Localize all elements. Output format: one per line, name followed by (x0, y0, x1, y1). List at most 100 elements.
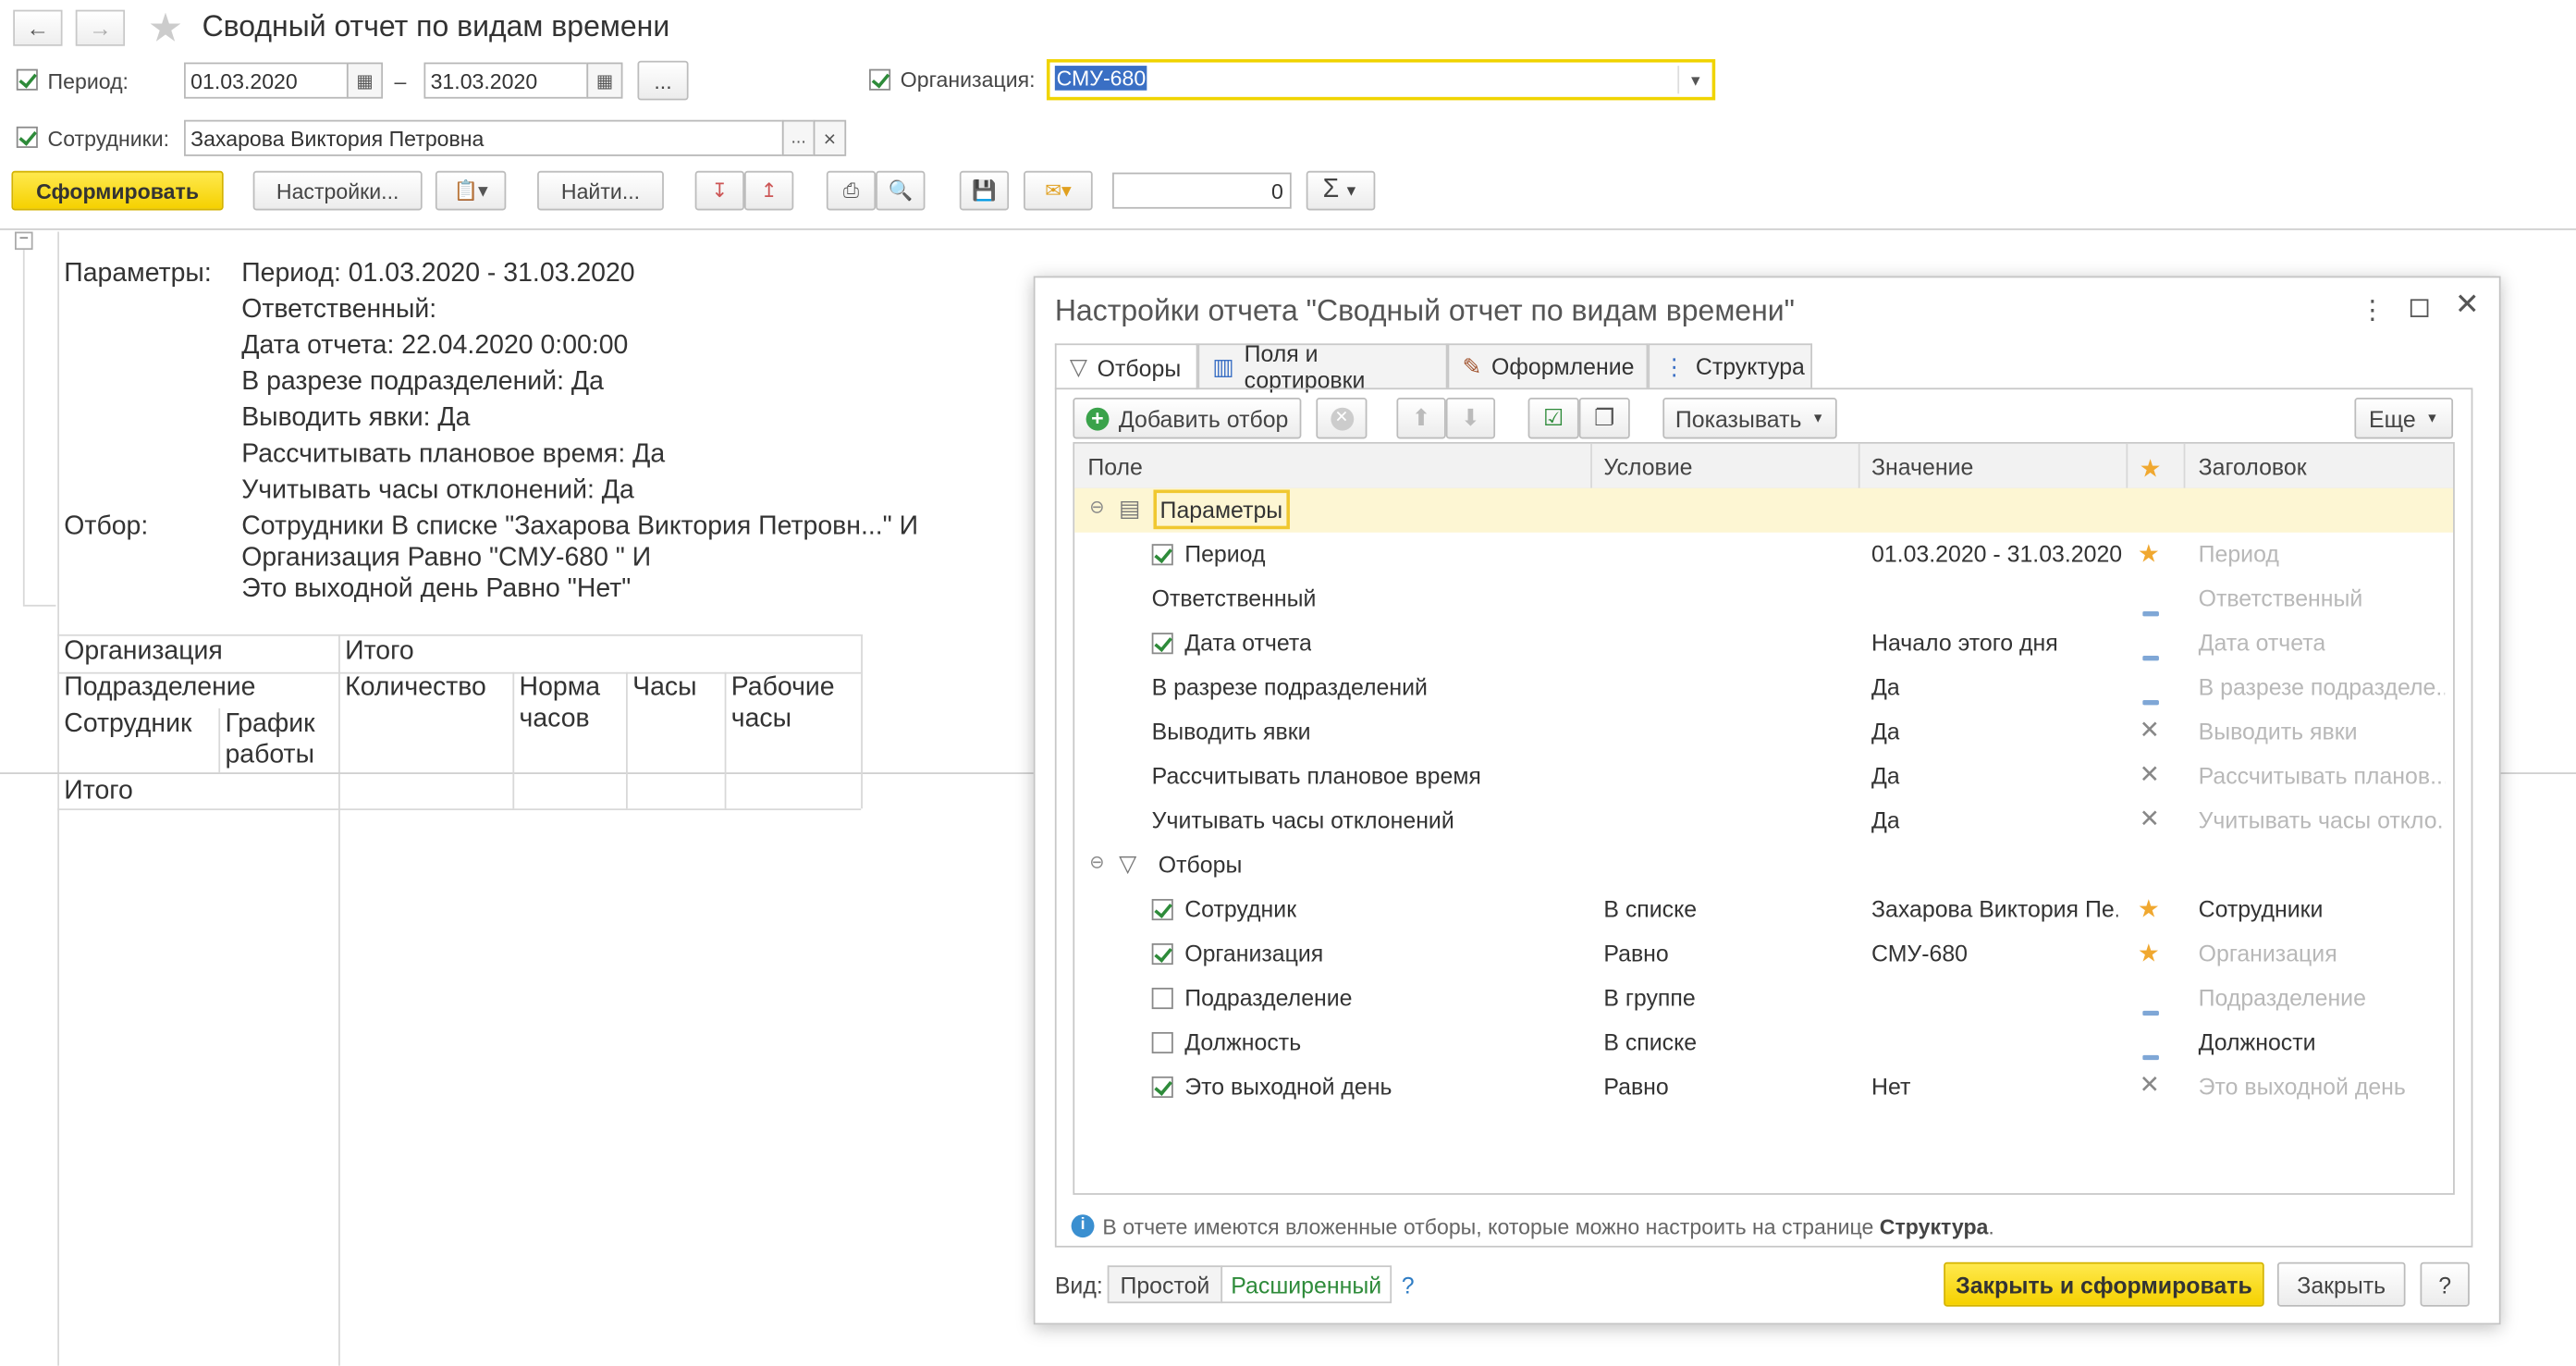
forward-button[interactable]: → (75, 9, 126, 46)
expand-groups-button[interactable]: ↧ (694, 170, 744, 211)
table-row[interactable]: Должность В списке Должности (1074, 1021, 2453, 1065)
settings-button[interactable]: Настройки... (252, 170, 423, 211)
employees-choose-button[interactable]: ... (781, 119, 816, 156)
org-input[interactable]: СМУ-680 (1046, 58, 1716, 101)
x-icon[interactable]: ✕ (2140, 1070, 2160, 1100)
back-button[interactable]: ← (13, 9, 63, 46)
collapse-icon[interactable]: − (14, 231, 33, 251)
find-button[interactable]: Найти... (537, 170, 664, 211)
period-checkbox[interactable] (16, 68, 38, 91)
row-title: Организация (2198, 940, 2337, 966)
row-checkbox[interactable] (1151, 942, 1173, 966)
params-group-icon: ▤ (1119, 494, 1141, 522)
view-advanced-button[interactable]: Расширенный (1221, 1265, 1392, 1304)
help-link[interactable]: ? (1402, 1272, 1415, 1298)
period-to-input[interactable]: 31.03.2020 (423, 62, 589, 99)
delete-button[interactable]: ✕ (1316, 398, 1368, 439)
structure-link[interactable]: Структура (1880, 1214, 1989, 1239)
col-title[interactable]: Заголовок (2199, 453, 2307, 479)
tab-fields-sorting[interactable]: ▥ Поля и сортировки (1197, 340, 1448, 393)
close-button[interactable]: Закрыть (2276, 1261, 2406, 1307)
favorite-star-icon[interactable]: ★ (148, 5, 183, 53)
email-button[interactable]: ✉▾ (1024, 170, 1093, 211)
row-checkbox[interactable] (1151, 544, 1173, 566)
collapse-icon[interactable]: ⊖ (1089, 851, 1104, 872)
help-button[interactable]: ? (2420, 1261, 2470, 1307)
table-row[interactable]: Это выходной день Равно Нет ✕ Это выходн… (1074, 1064, 2453, 1109)
x-icon[interactable]: ✕ (2140, 715, 2160, 745)
sum-button[interactable]: Σ ▼ (1306, 170, 1376, 211)
variant-button[interactable]: 📋▾ (435, 170, 507, 211)
dash-icon[interactable] (2142, 595, 2159, 621)
x-icon[interactable]: ✕ (2140, 804, 2160, 833)
preview-button[interactable]: 🔍 (876, 170, 926, 211)
x-icon[interactable]: ✕ (2140, 759, 2160, 789)
more-button[interactable]: Еще ▼ (2354, 398, 2454, 439)
col-value[interactable]: Значение (1871, 453, 1973, 479)
toolbar-divider (0, 228, 2576, 230)
print-button[interactable]: ⎙ (826, 170, 877, 211)
dropdown-arrow-icon[interactable]: ▼ (1677, 66, 1711, 94)
group-row-params[interactable]: ⊖ ▤ Параметры (1074, 487, 2454, 533)
param-line: Период: 01.03.2020 - 31.03.2020 (241, 259, 635, 288)
table-row[interactable]: Учитывать часы отклонений Да ✕ Учитывать… (1074, 799, 2453, 843)
show-button[interactable]: Показывать ▼ (1662, 398, 1837, 439)
table-row[interactable]: Выводить явки Да ✕ Выводить явки (1074, 710, 2453, 755)
dash-icon[interactable] (2142, 1039, 2159, 1064)
move-up-button[interactable]: ⬆ (1396, 398, 1446, 439)
arrow-left-icon: ← (26, 14, 50, 42)
row-checkbox[interactable] (1151, 987, 1173, 1010)
employees-clear-button[interactable]: × (813, 119, 847, 156)
dash-icon[interactable] (2142, 683, 2159, 709)
period-label: Период: (47, 68, 129, 94)
view-simple-button[interactable]: Простой (1107, 1265, 1223, 1304)
row-checkbox[interactable] (1151, 633, 1173, 655)
row-value: Да (1871, 762, 1900, 789)
uncheck-all-button[interactable]: ❐ (1578, 398, 1630, 439)
table-row[interactable]: Организация Равно СМУ-680 ★ Организация (1074, 932, 2453, 977)
employees-checkbox[interactable] (16, 126, 38, 148)
collapse-icon[interactable]: ⊖ (1089, 497, 1104, 517)
close-and-generate-button[interactable]: Закрыть и сформировать (1944, 1261, 2264, 1307)
table-row[interactable]: Дата отчета Начало этого дня Дата отчета (1074, 621, 2453, 666)
calendar-icon[interactable]: ▦ (586, 62, 623, 99)
table-row[interactable]: Сотрудник В списке Захарова Виктория Пе.… (1074, 888, 2453, 932)
save-button[interactable]: 💾 (959, 170, 1010, 211)
dash-icon[interactable] (2142, 639, 2159, 665)
collapse-groups-button[interactable]: ↥ (743, 170, 794, 211)
tab-appearance[interactable]: ✎ Оформление (1447, 343, 1649, 388)
group-row-filters[interactable]: ⊖ ▽ Отборы (1074, 843, 2453, 888)
calendar-icon[interactable]: ▦ (346, 62, 384, 99)
maximize-icon[interactable] (2410, 299, 2429, 317)
org-input-value: СМУ-680 (1054, 66, 1147, 91)
close-icon[interactable]: ✕ (2455, 288, 2480, 322)
info-message: В отчете имеются вложенные отборы, котор… (1102, 1214, 1874, 1239)
table-row[interactable]: Ответственный Ответственный (1074, 577, 2453, 621)
table-row[interactable]: Подразделение В группе Подразделение (1074, 977, 2453, 1021)
employees-input[interactable]: Захарова Виктория Петровна (184, 119, 784, 156)
tab-structure[interactable]: ⋮ Структура (1648, 343, 1813, 388)
star-icon[interactable]: ★ (2138, 894, 2160, 923)
add-filter-button[interactable]: + Добавить отбор (1073, 398, 1302, 439)
move-down-button[interactable]: ⬇ (1445, 398, 1496, 439)
period-from-input[interactable]: 01.03.2020 (184, 62, 349, 99)
table-row[interactable]: Период 01.03.2020 - 31.03.2020 ★ Период (1074, 533, 2453, 577)
col-field[interactable]: Поле (1087, 453, 1143, 479)
org-checkbox[interactable] (869, 68, 891, 91)
row-title: Рассчитывать планов... (2198, 762, 2446, 789)
table-row[interactable]: В разрезе подразделений Да В разрезе под… (1074, 666, 2453, 710)
star-icon[interactable]: ★ (2138, 939, 2160, 967)
table-row[interactable]: Рассчитывать плановое время Да ✕ Рассчит… (1074, 755, 2453, 799)
col-condition[interactable]: Условие (1603, 453, 1692, 479)
row-field: Это выходной день (1184, 1073, 1392, 1100)
dash-icon[interactable] (2142, 994, 2159, 1020)
row-checkbox[interactable] (1151, 1031, 1173, 1054)
tab-filters[interactable]: ▽ Отборы (1054, 343, 1198, 390)
generate-button[interactable]: Сформировать (11, 170, 224, 211)
row-checkbox[interactable] (1151, 899, 1173, 921)
more-vertical-icon[interactable]: ⋮ (2360, 294, 2386, 327)
period-choose-button[interactable]: ... (637, 60, 689, 101)
star-icon[interactable]: ★ (2138, 539, 2160, 569)
row-checkbox[interactable] (1151, 1076, 1173, 1099)
check-all-button[interactable]: ☑ (1527, 398, 1579, 439)
